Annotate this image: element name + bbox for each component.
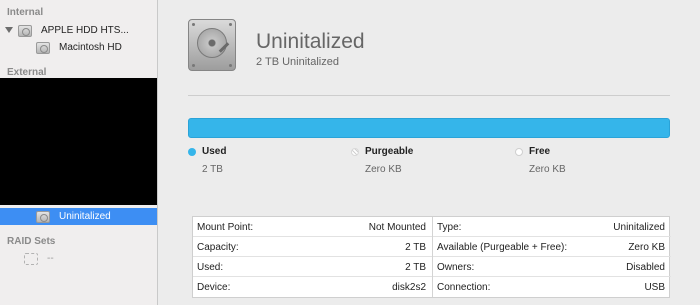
purgeable-color-dot <box>351 148 359 156</box>
disclosure-triangle-icon[interactable] <box>5 27 13 33</box>
info-value: 2 TB <box>405 262 426 273</box>
divider <box>188 95 670 96</box>
free-color-dot <box>515 148 523 156</box>
disk-title: Uninitalized <box>256 30 365 53</box>
info-key: Available (Purgeable + Free): <box>437 242 568 253</box>
info-value: disk2s2 <box>392 282 426 293</box>
external-section-header: External <box>7 67 47 78</box>
info-row-capacity: Capacity: 2 TB <box>193 237 432 257</box>
sidebar-item-uninitialized[interactable]: Uninitalized <box>0 208 157 225</box>
main-panel: Uninitalized 2 TB Uninitalized Used 2 TB… <box>158 0 700 305</box>
legend-label: Free <box>529 146 551 157</box>
info-key: Capacity: <box>197 242 239 253</box>
legend-value: 2 TB <box>202 164 223 175</box>
info-row-connection: Connection: USB <box>433 277 671 297</box>
info-column-right: Type: Uninitalized Available (Purgeable … <box>432 217 671 297</box>
used-color-dot <box>188 148 196 156</box>
info-key: Owners: <box>437 262 475 273</box>
redacted-region <box>0 78 157 205</box>
legend-value: Zero KB <box>529 164 566 175</box>
sidebar-item-label: Macintosh HD <box>59 42 122 53</box>
internal-section-header: Internal <box>7 7 44 18</box>
info-row-used: Used: 2 TB <box>193 257 432 277</box>
disk-subtitle: 2 TB Uninitalized <box>256 56 339 68</box>
info-value: Uninitalized <box>613 222 665 233</box>
sidebar-item-label: APPLE HDD HTS... <box>41 25 129 36</box>
info-key: Used: <box>197 262 224 273</box>
sidebar-item-label: -- <box>47 253 54 264</box>
info-row-owners: Owners: Disabled <box>433 257 671 277</box>
external-disk-icon <box>36 210 50 223</box>
info-key: Device: <box>197 282 231 293</box>
legend-label: Purgeable <box>365 146 414 157</box>
info-row-device: Device: disk2s2 <box>193 277 432 297</box>
info-column-left: Mount Point: Not Mounted Capacity: 2 TB … <box>193 217 432 297</box>
sidebar-item-raid-placeholder[interactable]: -- <box>0 250 157 267</box>
info-row-type: Type: Uninitalized <box>433 217 671 237</box>
legend-value: Zero KB <box>365 164 402 175</box>
hard-disk-icon <box>188 19 236 71</box>
legend-label: Used <box>202 146 227 157</box>
info-value: USB <box>644 282 665 293</box>
info-row-available: Available (Purgeable + Free): Zero KB <box>433 237 671 257</box>
info-value: Zero KB <box>628 242 665 253</box>
info-table: Mount Point: Not Mounted Capacity: 2 TB … <box>192 216 671 298</box>
sidebar: Internal APPLE HDD HTS... Macintosh HD E… <box>0 0 158 305</box>
info-value: Not Mounted <box>368 222 426 233</box>
info-key: Mount Point: <box>197 222 254 233</box>
raid-sets-section-header: RAID Sets <box>7 236 56 247</box>
info-key: Type: <box>437 222 462 233</box>
sidebar-item-apple-hdd[interactable]: APPLE HDD HTS... <box>0 22 157 39</box>
sidebar-item-macintosh-hd[interactable]: Macintosh HD <box>0 39 157 56</box>
raid-placeholder-icon <box>24 252 38 265</box>
usage-bar <box>188 118 670 138</box>
info-value: Disabled <box>626 262 665 273</box>
info-value: 2 TB <box>405 242 426 253</box>
volume-icon <box>36 41 50 54</box>
sidebar-item-label: Uninitalized <box>59 211 111 222</box>
info-row-mount-point: Mount Point: Not Mounted <box>193 217 432 237</box>
hard-disk-icon <box>18 24 32 37</box>
info-key: Connection: <box>437 282 491 293</box>
